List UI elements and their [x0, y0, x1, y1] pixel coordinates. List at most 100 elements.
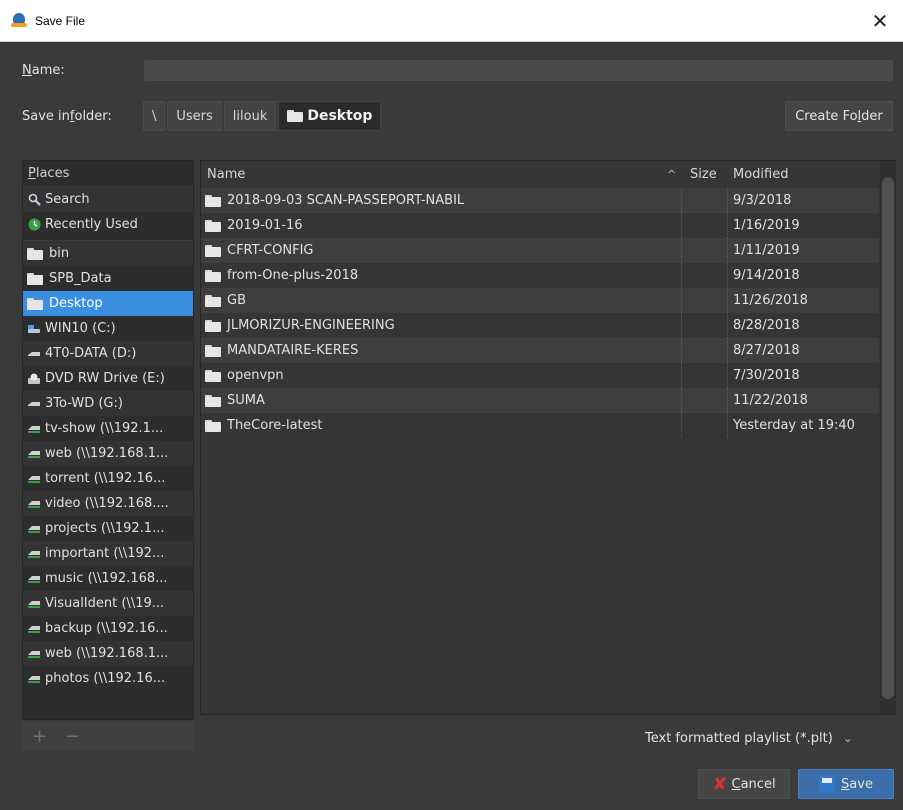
chevron-down-icon: ⌄: [842, 731, 853, 745]
place-4t0-data-d[interactable]: 4T0-DATA (D:): [23, 341, 193, 366]
add-place-button[interactable]: +: [32, 726, 47, 747]
folder-icon: [205, 369, 221, 382]
file-modified: 9/14/2018: [733, 268, 800, 283]
folder-icon: [205, 194, 221, 207]
place-win10-c[interactable]: WIN10 (C:): [23, 316, 193, 341]
place-3to-wd-g[interactable]: 3To-WD (G:): [23, 391, 193, 416]
file-row[interactable]: from-One-plus-2018 9/14/2018: [201, 263, 879, 288]
file-modified: 9/3/2018: [733, 193, 792, 208]
folder-icon: [205, 219, 221, 232]
file-row[interactable]: GB 11/26/2018: [201, 288, 879, 313]
file-modified: 11/26/2018: [733, 293, 808, 308]
place-visualident[interactable]: VisualIdent (\\19...: [23, 591, 193, 616]
places-sidebar: Places Search Recently Used bin SPB_Data…: [22, 160, 194, 720]
file-row[interactable]: openvpn 7/30/2018: [201, 363, 879, 388]
breadcrumb-desktop[interactable]: Desktop: [278, 101, 382, 131]
network-drive-icon: [27, 472, 41, 486]
search-icon: [27, 193, 41, 207]
app-icon: [11, 12, 27, 29]
breadcrumb: \ Users lilouk Desktop: [143, 101, 382, 131]
place-search[interactable]: Search: [23, 187, 193, 212]
file-name: CFRT-CONFIG: [227, 243, 314, 258]
network-drive-icon: [27, 497, 41, 511]
network-drive-icon: [27, 422, 41, 436]
file-row[interactable]: 2019-01-16 1/16/2019: [201, 213, 879, 238]
breadcrumb-users[interactable]: Users: [167, 101, 222, 131]
folder-icon: [205, 344, 221, 357]
drive-icon: [27, 397, 41, 411]
file-type-filter-value: Text formatted playlist (*.plt): [645, 730, 833, 746]
file-name: 2018-09-03 SCAN-PASSEPORT-NABIL: [227, 193, 465, 208]
place-important[interactable]: important (\\192...: [23, 541, 193, 566]
folder-icon: [27, 247, 43, 260]
file-modified: 8/28/2018: [733, 318, 800, 333]
file-modified: 1/11/2019: [733, 243, 800, 258]
file-name: TheCore-latest: [227, 418, 323, 433]
file-modified: 11/22/2018: [733, 393, 808, 408]
file-row[interactable]: JLMORIZUR-ENGINEERING 8/28/2018: [201, 313, 879, 338]
cancel-icon: ✘: [712, 773, 728, 795]
place-video[interactable]: video (\\192.168....: [23, 491, 193, 516]
vertical-scrollbar[interactable]: [880, 161, 896, 714]
window-title: Save File: [35, 13, 86, 28]
breadcrumb-root[interactable]: \: [143, 101, 166, 131]
create-folder-button[interactable]: Create Fo l der: [785, 101, 893, 131]
column-size[interactable]: Size: [690, 167, 717, 182]
file-list: Name ^ Size Modified 2018-09-03 SCAN-PAS…: [200, 160, 896, 715]
network-drive-icon: [27, 522, 41, 536]
place-tv-show[interactable]: tv-show (\\192.1...: [23, 416, 193, 441]
place-backup[interactable]: backup (\\192.16...: [23, 616, 193, 641]
file-modified: 8/27/2018: [733, 343, 800, 358]
place-web-2[interactable]: web (\\192.168.1...: [23, 641, 193, 666]
network-drive-icon: [27, 672, 41, 686]
place-spb-data[interactable]: SPB_Data: [23, 266, 193, 291]
disc-icon: [27, 372, 41, 386]
scrollbar-thumb[interactable]: [882, 177, 894, 699]
place-photos[interactable]: photos (\\192.16...: [23, 666, 193, 691]
folder-icon: [205, 394, 221, 407]
network-drive-icon: [27, 622, 41, 636]
name-label: Name:: [22, 63, 65, 78]
file-modified: 1/16/2019: [733, 218, 800, 233]
file-name: JLMORIZUR-ENGINEERING: [227, 318, 395, 333]
folder-icon: [205, 319, 221, 332]
place-desktop[interactable]: Desktop: [23, 291, 193, 316]
place-web[interactable]: web (\\192.168.1...: [23, 441, 193, 466]
name-input[interactable]: [144, 60, 893, 81]
close-button[interactable]: ✕: [857, 0, 903, 42]
file-row[interactable]: CFRT-CONFIG 1/11/2019: [201, 238, 879, 263]
file-row[interactable]: SUMA 11/22/2018: [201, 388, 879, 413]
title-bar: Save File ✕: [0, 0, 903, 42]
places-header: Places: [23, 161, 193, 187]
folder-icon: [27, 297, 43, 310]
folder-icon: [205, 294, 221, 307]
breadcrumb-lilouk[interactable]: lilouk: [223, 101, 277, 131]
places-footer: + −: [22, 722, 194, 750]
column-modified[interactable]: Modified: [733, 167, 788, 182]
file-name: from-One-plus-2018: [227, 268, 359, 283]
file-row[interactable]: MANDATAIRE-KERES 8/27/2018: [201, 338, 879, 363]
file-list-header: Name ^ Size Modified: [201, 161, 879, 187]
file-type-filter[interactable]: Text formatted playlist (*.plt) ⌄: [645, 724, 895, 752]
place-music[interactable]: music (\\192.168...: [23, 566, 193, 591]
network-drive-icon: [27, 572, 41, 586]
save-disk-icon: [819, 776, 836, 792]
place-bin[interactable]: bin: [23, 241, 193, 266]
file-name: openvpn: [227, 368, 284, 383]
remove-place-button[interactable]: −: [65, 726, 80, 747]
sort-ascending-icon: ^: [667, 167, 677, 181]
file-row[interactable]: TheCore-latest Yesterday at 19:40: [201, 413, 879, 438]
place-torrent[interactable]: torrent (\\192.16...: [23, 466, 193, 491]
save-in-folder-label: Save in f older:: [22, 108, 112, 124]
place-projects[interactable]: projects (\\192.1...: [23, 516, 193, 541]
cancel-button[interactable]: ✘ Cancel: [698, 769, 790, 799]
file-name: 2019-01-16: [227, 218, 303, 233]
file-name: SUMA: [227, 393, 265, 408]
file-modified: 7/30/2018: [733, 368, 800, 383]
column-name[interactable]: Name: [207, 167, 245, 182]
save-button[interactable]: Save: [798, 769, 894, 799]
place-dvd-rw-e[interactable]: DVD RW Drive (E:): [23, 366, 193, 391]
file-row[interactable]: 2018-09-03 SCAN-PASSEPORT-NABIL 9/3/2018: [201, 188, 879, 213]
place-recently-used[interactable]: Recently Used: [23, 212, 193, 237]
network-drive-icon: [27, 597, 41, 611]
